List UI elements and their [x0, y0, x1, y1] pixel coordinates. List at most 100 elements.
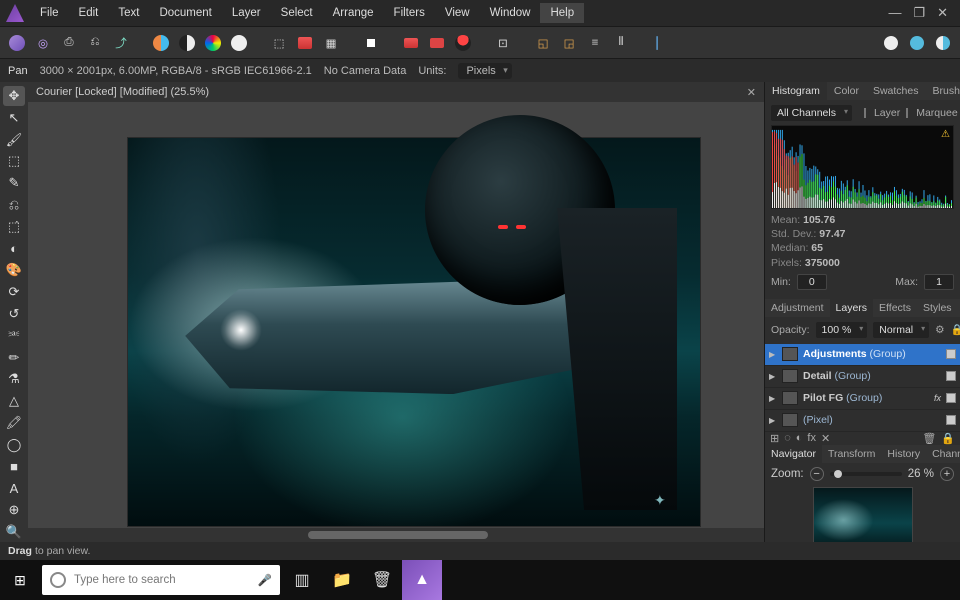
- menu-document[interactable]: Document: [149, 3, 221, 23]
- grid-blue-icon[interactable]: [426, 32, 448, 54]
- clone-tool[interactable]: ⟳: [3, 282, 25, 302]
- arrange-front-icon[interactable]: ◲: [558, 32, 580, 54]
- window-minimize-button[interactable]: —: [888, 5, 901, 21]
- histogram-min-input[interactable]: [797, 274, 827, 290]
- tab-transform[interactable]: Transform: [822, 445, 881, 463]
- persona-tone-icon[interactable]: ⎌: [84, 32, 106, 54]
- contrast-icon[interactable]: [176, 32, 198, 54]
- persona-develop-icon[interactable]: ⎙: [58, 32, 80, 54]
- histogram-warning-icon[interactable]: ⚠: [941, 129, 950, 140]
- color-format-icon[interactable]: [150, 32, 172, 54]
- mic-icon[interactable]: 🎤: [258, 573, 272, 587]
- menu-window[interactable]: Window: [480, 3, 541, 23]
- smudge-tool[interactable]: 🖍: [3, 413, 25, 433]
- layer-row[interactable]: ▶Adjustments (Group): [765, 344, 960, 366]
- document-tab[interactable]: Courier [Locked] [Modified] (25.5%) ✕: [28, 82, 764, 102]
- layer-row[interactable]: ▶Pilot FG (Group)fx: [765, 388, 960, 410]
- units-select[interactable]: Pixels: [458, 63, 511, 79]
- arrange-back-icon[interactable]: ◱: [532, 32, 554, 54]
- mask-layer-icon[interactable]: ⊞: [770, 432, 779, 445]
- selection-tool[interactable]: ⬚̇: [3, 217, 25, 237]
- tab-color[interactable]: Color: [827, 82, 866, 100]
- menu-text[interactable]: Text: [108, 3, 149, 23]
- selection-new-icon[interactable]: ⬚: [268, 32, 290, 54]
- zoom-tool[interactable]: 🔍: [3, 522, 25, 542]
- opacity-select[interactable]: 100 %: [816, 322, 868, 338]
- menu-arrange[interactable]: Arrange: [323, 3, 384, 23]
- move-tool[interactable]: ↖: [3, 108, 25, 128]
- zoom-out-button[interactable]: −: [810, 467, 824, 481]
- selection-add-icon[interactable]: [294, 32, 316, 54]
- layer-expand-icon[interactable]: ▶: [769, 416, 777, 425]
- crop-toolbar-icon[interactable]: ⊡: [492, 32, 514, 54]
- adjustment-icon[interactable]: ◌: [784, 432, 791, 444]
- softproof-icon[interactable]: [228, 32, 250, 54]
- selection-intersect-icon[interactable]: ▦: [320, 32, 342, 54]
- layer-row[interactable]: ▶Detail (Group): [765, 366, 960, 388]
- window-close-button[interactable]: ✕: [937, 5, 948, 21]
- menu-select[interactable]: Select: [271, 3, 323, 23]
- distribute-icon[interactable]: ⫴: [610, 32, 632, 54]
- menu-filters[interactable]: Filters: [384, 3, 435, 23]
- tab-brushes[interactable]: Brushes: [925, 82, 960, 100]
- layer-visibility-checkbox[interactable]: [946, 371, 956, 381]
- taskbar-search[interactable]: Type here to search 🎤: [42, 565, 280, 595]
- delete-layer-icon[interactable]: ✕: [821, 432, 830, 445]
- fx-icon[interactable]: fx: [807, 432, 816, 444]
- edit-tool[interactable]: ✏: [3, 348, 25, 368]
- healing-tool[interactable]: ↺: [3, 304, 25, 324]
- paint-brush-tool[interactable]: 🖌: [3, 130, 25, 150]
- menu-help[interactable]: Help: [540, 3, 584, 23]
- align-left-icon[interactable]: ▏: [650, 32, 672, 54]
- live-filter-icon[interactable]: ◐: [796, 432, 803, 444]
- assistant-blue-icon[interactable]: [906, 32, 928, 54]
- layer-visibility-checkbox[interactable]: [946, 393, 956, 403]
- menu-file[interactable]: File: [30, 3, 69, 23]
- menu-view[interactable]: View: [435, 3, 480, 23]
- snapping-icon[interactable]: [452, 32, 474, 54]
- tab-effects[interactable]: Effects: [873, 299, 917, 317]
- start-button[interactable]: ⊞: [0, 560, 40, 600]
- canvas-viewport[interactable]: ✦: [28, 102, 764, 528]
- tab-navigator[interactable]: Navigator: [765, 445, 822, 463]
- layer-row[interactable]: ▶ (Pixel): [765, 410, 960, 432]
- tab-channels[interactable]: Channels: [926, 445, 960, 463]
- zoom-in-button[interactable]: +: [940, 467, 954, 481]
- tab-swatches[interactable]: Swatches: [866, 82, 926, 100]
- layer-fx-icon[interactable]: fx: [934, 393, 941, 403]
- trash-icon[interactable]: 🗑: [922, 432, 936, 445]
- add-tool[interactable]: ⊕: [3, 500, 25, 520]
- menu-edit[interactable]: Edit: [69, 3, 109, 23]
- layer-expand-icon[interactable]: ▶: [769, 350, 777, 359]
- crop-tool[interactable]: ⬚: [3, 151, 25, 171]
- color-tool[interactable]: 🎨: [3, 261, 25, 281]
- layer-visibility-checkbox[interactable]: [946, 415, 956, 425]
- tab-history[interactable]: History: [881, 445, 926, 463]
- dodge-tool[interactable]: ◐: [3, 239, 25, 259]
- window-maximize-button[interactable]: ❐: [913, 5, 925, 21]
- tab-layers[interactable]: Layers: [830, 299, 874, 317]
- blend-mode-select[interactable]: Normal: [873, 322, 929, 338]
- recycle-button[interactable]: 🗑: [362, 560, 402, 600]
- layer-settings-icon[interactable]: ⚙: [935, 324, 944, 336]
- document-tab-close-icon[interactable]: ✕: [747, 86, 756, 99]
- menu-layer[interactable]: Layer: [222, 3, 271, 23]
- histogram-marquee-checkbox[interactable]: [906, 108, 908, 118]
- layer-expand-icon[interactable]: ▶: [769, 372, 777, 381]
- layer-visibility-checkbox[interactable]: [946, 349, 956, 359]
- assistant-split-icon[interactable]: [932, 32, 954, 54]
- app-taskbar-button[interactable]: ▲: [402, 560, 442, 600]
- liquify-tool[interactable]: ⚗: [3, 370, 25, 390]
- tab-styles[interactable]: Styles: [917, 299, 958, 317]
- undo-brush-tool[interactable]: ⎌: [3, 195, 25, 215]
- zoom-slider[interactable]: [830, 472, 902, 476]
- layer-expand-icon[interactable]: ▶: [769, 394, 777, 403]
- horizontal-scrollbar[interactable]: [28, 528, 764, 542]
- grid-red-icon[interactable]: [400, 32, 422, 54]
- assistant-white-icon[interactable]: [880, 32, 902, 54]
- align-icon[interactable]: ≡: [584, 32, 606, 54]
- patch-tool[interactable]: ⎃: [3, 326, 25, 346]
- color-wheel-icon[interactable]: [202, 32, 224, 54]
- tab-histogram[interactable]: Histogram: [765, 82, 827, 100]
- ellipse-tool[interactable]: ◯: [3, 435, 25, 455]
